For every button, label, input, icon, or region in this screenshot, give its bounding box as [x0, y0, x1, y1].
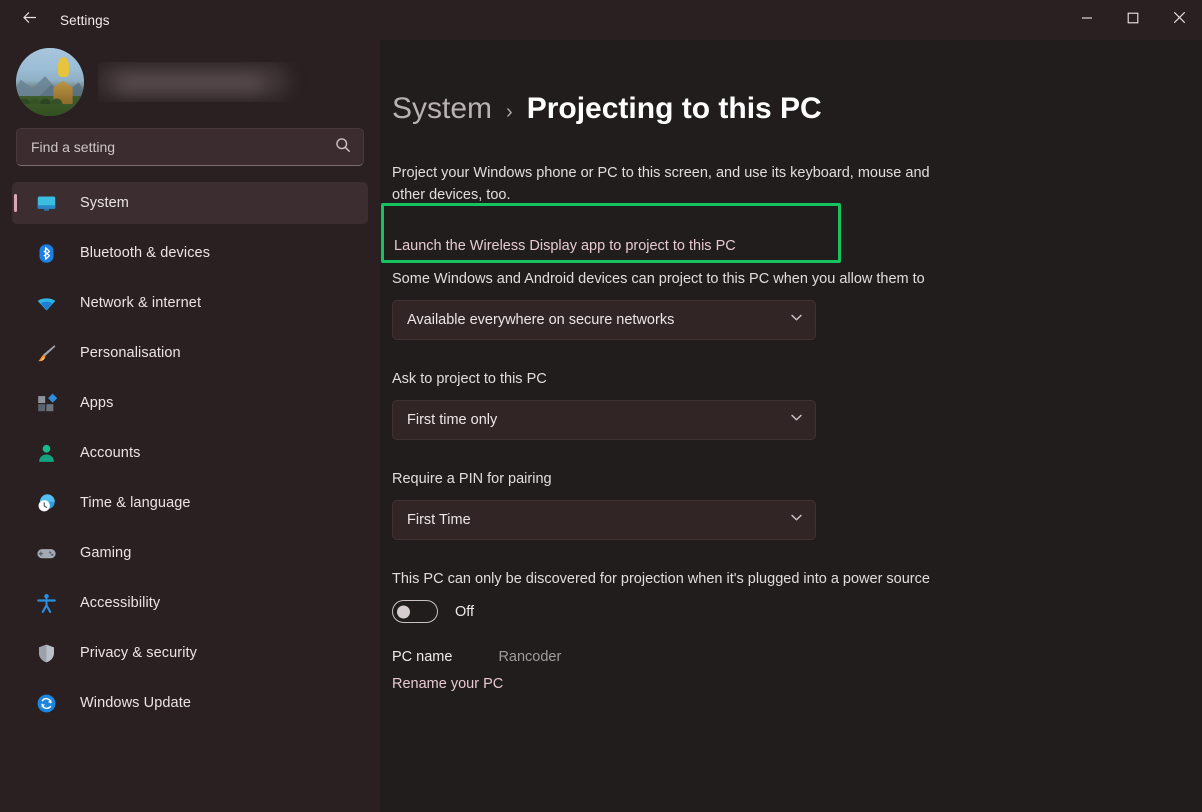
sidebar-item-accessibility[interactable]: Accessibility — [12, 582, 368, 624]
power-source-label: This PC can only be discovered for proje… — [392, 568, 937, 590]
breadcrumb-separator-icon: › — [506, 101, 513, 124]
toggle-knob — [397, 605, 410, 618]
clock-globe-icon — [34, 491, 58, 515]
app-title: Settings — [60, 13, 110, 28]
minimize-button[interactable] — [1064, 0, 1110, 40]
wifi-icon — [34, 291, 58, 315]
breadcrumb: System › Projecting to this PC — [392, 92, 1202, 126]
sidebar-item-apps[interactable]: Apps — [12, 382, 368, 424]
main-content: System › Projecting to this PC Project y… — [380, 40, 1202, 812]
sidebar-item-label: Gaming — [80, 545, 131, 561]
sidebar-item-system[interactable]: System — [12, 182, 368, 224]
gamepad-icon — [34, 541, 58, 565]
ask-to-project-label: Ask to project to this PC — [392, 368, 937, 390]
page-description: Project your Windows phone or PC to this… — [392, 162, 952, 206]
sidebar-item-network-internet[interactable]: Network & internet — [12, 282, 368, 324]
maximize-icon — [1127, 11, 1139, 29]
apps-grid-icon — [34, 391, 58, 415]
sidebar-item-bluetooth-devices[interactable]: Bluetooth & devices — [12, 232, 368, 274]
account-name-redacted — [98, 62, 364, 102]
ask-to-project-value: First time only — [407, 412, 790, 428]
maximize-button[interactable] — [1110, 0, 1156, 40]
sidebar-item-personalisation[interactable]: Personalisation — [12, 332, 368, 374]
sidebar-item-gaming[interactable]: Gaming — [12, 532, 368, 574]
availability-label: Some Windows and Android devices can pro… — [392, 268, 937, 290]
chevron-down-icon — [790, 311, 803, 329]
settings-window: Settings — [0, 0, 1202, 812]
back-arrow-icon — [21, 9, 38, 31]
search-box[interactable] — [16, 128, 364, 166]
ask-to-project-section: Ask to project to this PC First time onl… — [392, 368, 1202, 440]
pc-name-row: PC name Rancoder — [392, 649, 1202, 665]
sidebar-item-label: Apps — [80, 395, 113, 411]
availability-value: Available everywhere on secure networks — [407, 312, 790, 328]
sidebar-item-label: Personalisation — [80, 345, 181, 361]
availability-section: Some Windows and Android devices can pro… — [392, 268, 1202, 340]
settings-nav: System Bluetooth & devices — [0, 182, 380, 724]
chevron-down-icon — [790, 411, 803, 429]
pc-name-label: PC name — [392, 649, 452, 665]
search-input[interactable] — [31, 139, 335, 155]
person-icon — [34, 441, 58, 465]
pc-name-value: Rancoder — [498, 649, 561, 665]
avatar — [16, 48, 84, 116]
back-button[interactable] — [6, 4, 52, 36]
sidebar-item-label: Bluetooth & devices — [80, 245, 210, 261]
power-source-toggle-state: Off — [455, 604, 474, 620]
sidebar-item-label: System — [80, 195, 129, 211]
window-body: System Bluetooth & devices — [0, 40, 1202, 812]
page-title: Projecting to this PC — [527, 92, 822, 126]
require-pin-section: Require a PIN for pairing First Time — [392, 468, 1202, 540]
bluetooth-icon — [34, 241, 58, 265]
pc-name-section: PC name Rancoder Rename your PC — [392, 649, 1202, 693]
title-bar: Settings — [0, 0, 1202, 40]
require-pin-value: First Time — [407, 512, 790, 528]
launch-wireless-display-link[interactable]: Launch the Wireless Display app to proje… — [392, 224, 736, 268]
sidebar-item-label: Network & internet — [80, 295, 201, 311]
accessibility-person-icon — [34, 591, 58, 615]
require-pin-dropdown[interactable]: First Time — [392, 500, 816, 540]
sidebar: System Bluetooth & devices — [0, 40, 380, 812]
require-pin-label: Require a PIN for pairing — [392, 468, 937, 490]
sidebar-item-label: Privacy & security — [80, 645, 197, 661]
search-icon[interactable] — [335, 137, 351, 158]
sidebar-item-label: Time & language — [80, 495, 191, 511]
sidebar-item-time-language[interactable]: Time & language — [12, 482, 368, 524]
window-controls — [1064, 0, 1202, 40]
chevron-down-icon — [790, 511, 803, 529]
minimize-icon — [1081, 11, 1093, 29]
sidebar-item-accounts[interactable]: Accounts — [12, 432, 368, 474]
sidebar-item-privacy-security[interactable]: Privacy & security — [12, 632, 368, 674]
refresh-circle-icon — [34, 691, 58, 715]
monitor-icon — [34, 191, 58, 215]
shield-icon — [34, 641, 58, 665]
account-profile[interactable] — [0, 42, 380, 122]
close-button[interactable] — [1156, 0, 1202, 40]
availability-dropdown[interactable]: Available everywhere on secure networks — [392, 300, 816, 340]
power-source-section: This PC can only be discovered for proje… — [392, 568, 1202, 623]
power-source-toggle[interactable] — [392, 600, 438, 623]
breadcrumb-root[interactable]: System — [392, 92, 492, 126]
sidebar-item-label: Windows Update — [80, 695, 191, 711]
sidebar-item-windows-update[interactable]: Windows Update — [12, 682, 368, 724]
sidebar-item-label: Accessibility — [80, 595, 160, 611]
ask-to-project-dropdown[interactable]: First time only — [392, 400, 816, 440]
rename-pc-link[interactable]: Rename your PC — [392, 676, 503, 692]
sidebar-item-label: Accounts — [80, 445, 140, 461]
search-container — [0, 122, 380, 166]
close-icon — [1173, 11, 1186, 29]
power-source-toggle-row: Off — [392, 600, 1202, 623]
paintbrush-icon — [34, 341, 58, 365]
